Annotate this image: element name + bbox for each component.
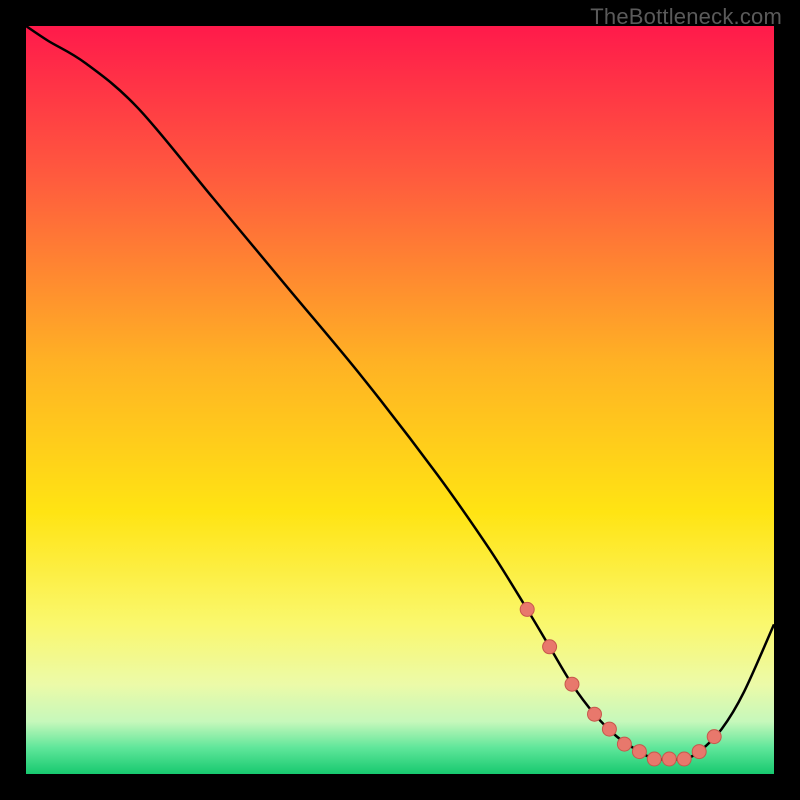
data-point [565,677,579,691]
data-point [543,640,557,654]
bottleneck-curve-chart [26,26,774,774]
data-point [677,752,691,766]
data-point [617,737,631,751]
data-point [647,752,661,766]
data-point [602,722,616,736]
data-point [588,707,602,721]
data-point [520,602,534,616]
data-point [632,745,646,759]
data-point [692,745,706,759]
data-point [662,752,676,766]
data-point [707,730,721,744]
gradient-background [26,26,774,774]
